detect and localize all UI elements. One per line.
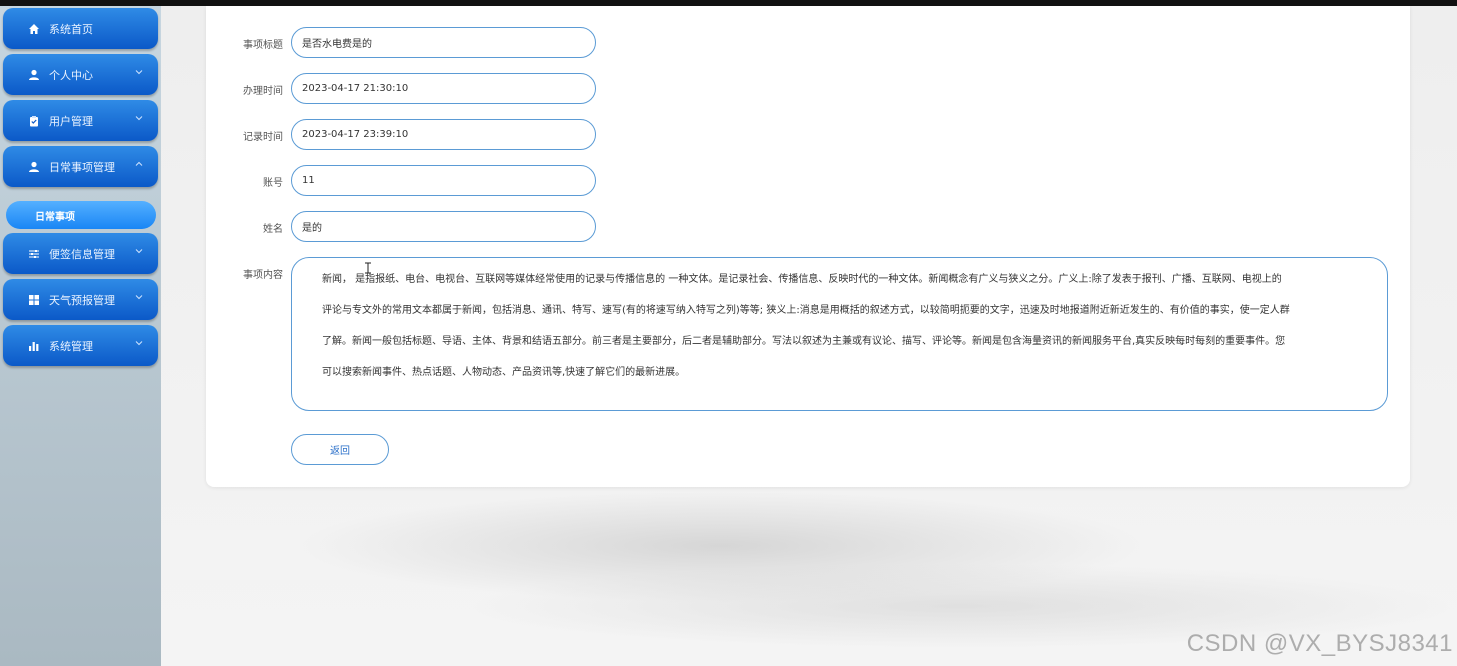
chevron-down-icon	[134, 338, 144, 348]
sidebar-item-daily-matters-management[interactable]: 日常事项管理	[3, 146, 158, 187]
title-label: 事项标题	[243, 40, 283, 51]
clipboard-icon	[27, 114, 41, 128]
text-cursor-icon	[364, 262, 372, 274]
sidebar-subitem-daily-matters[interactable]: 日常事项	[6, 201, 156, 229]
home-icon	[27, 22, 41, 36]
sidebar-item-personal-center[interactable]: 个人中心	[3, 54, 158, 95]
handle-time-field[interactable]	[291, 73, 596, 104]
bar-chart-icon	[27, 339, 41, 353]
content-line: 新闻， 是指报纸、电台、电视台、互联网等媒体经常使用的记录与传播信息的 一种文体…	[322, 274, 1282, 285]
sidebar-item-home[interactable]: 系统首页	[3, 8, 158, 49]
sidebar-item-label: 天气预报管理	[49, 293, 115, 307]
sidebar-item-system-management[interactable]: 系统管理	[3, 325, 158, 366]
chevron-down-icon	[134, 67, 144, 77]
sidebar-item-label: 便签信息管理	[49, 247, 115, 261]
content-line: 了解。新闻一般包括标题、导语、主体、背景和结语五部分。前三者是主要部分，后二者是…	[322, 336, 1286, 347]
content-line: 评论与专文外的常用文本都属于新闻，包括消息、通讯、特写、速写(有的将速写纳入特写…	[322, 305, 1290, 316]
user-icon	[27, 68, 41, 82]
sidebar-item-label: 系统管理	[49, 339, 93, 353]
sidebar-subitem-label: 日常事项	[35, 211, 75, 223]
sidebar-item-user-management[interactable]: 用户管理	[3, 100, 158, 141]
sidebar-item-label: 用户管理	[49, 114, 93, 128]
user-icon	[27, 160, 41, 174]
sidebar-item-label: 日常事项管理	[49, 160, 115, 174]
chevron-up-icon	[134, 159, 144, 169]
grid-icon	[27, 293, 41, 307]
sidebar-item-weather-management[interactable]: 天气预报管理	[3, 279, 158, 320]
chevron-down-icon	[134, 246, 144, 256]
handle-time-label: 办理时间	[243, 86, 283, 97]
sidebar-item-label: 系统首页	[49, 22, 93, 36]
name-label: 姓名	[263, 224, 283, 235]
sidebar: 系统首页 个人中心 用户管理 日常事项管理 日常事项 便签信息管理 天气预报管理…	[0, 6, 161, 666]
record-time-label: 记录时间	[243, 132, 283, 143]
back-button-label: 返回	[330, 446, 350, 457]
content-line: 可以搜索新闻事件、热点话题、人物动态、产品资讯等,快速了解它们的最新进展。	[322, 367, 686, 378]
sidebar-item-label: 个人中心	[49, 68, 93, 82]
name-field[interactable]	[291, 211, 596, 242]
content-textarea[interactable]: 新闻， 是指报纸、电台、电视台、互联网等媒体经常使用的记录与传播信息的 一种文体…	[291, 257, 1388, 411]
title-field[interactable]	[291, 27, 596, 58]
content-label: 事项内容	[243, 270, 283, 281]
sliders-icon	[27, 247, 41, 261]
chevron-down-icon	[134, 292, 144, 302]
account-label: 账号	[263, 178, 283, 189]
account-field[interactable]	[291, 165, 596, 196]
sidebar-item-notes-management[interactable]: 便签信息管理	[3, 233, 158, 274]
chevron-down-icon	[134, 113, 144, 123]
record-time-field[interactable]	[291, 119, 596, 150]
top-bar	[0, 0, 1457, 6]
back-button[interactable]: 返回	[291, 434, 389, 465]
watermark: CSDN @VX_BYSJ8341	[1186, 630, 1453, 657]
